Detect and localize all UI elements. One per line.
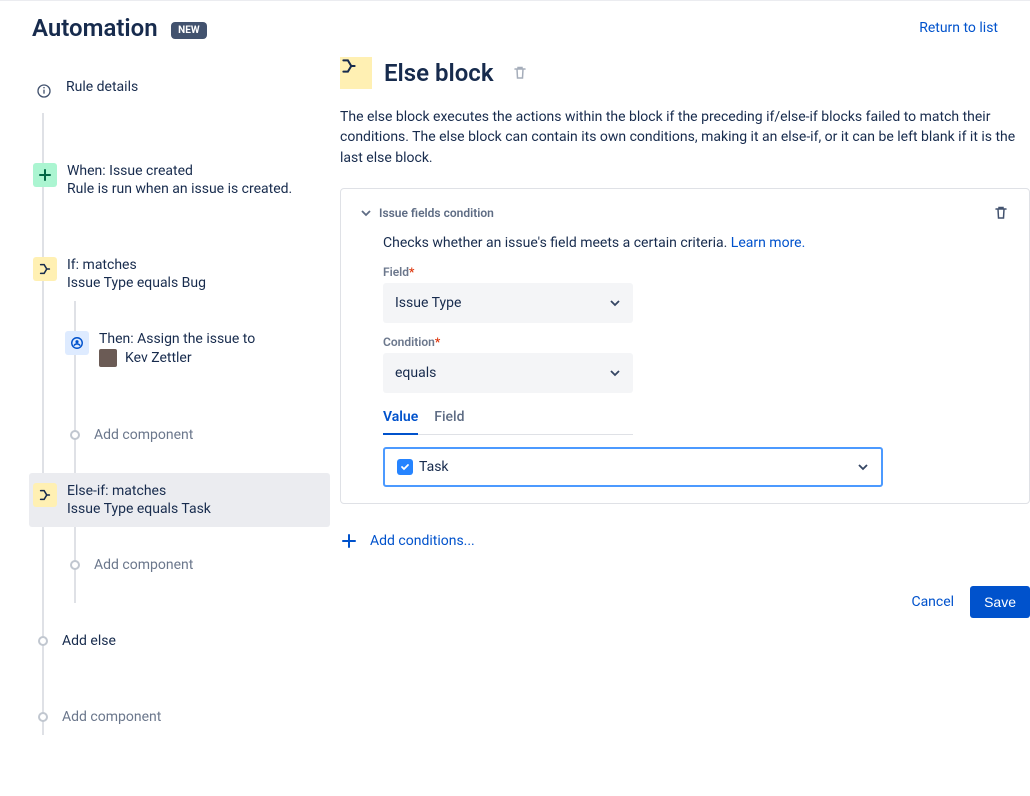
avatar bbox=[99, 349, 117, 367]
empty-dot-icon bbox=[38, 712, 48, 722]
empty-dot-icon bbox=[70, 430, 80, 440]
tab-field[interactable]: Field bbox=[434, 405, 464, 434]
content-description: The else block executes the actions with… bbox=[340, 107, 1030, 168]
field-select[interactable]: Issue Type bbox=[383, 283, 633, 323]
add-conditions-button[interactable]: Add conditions... bbox=[340, 532, 1030, 550]
value-select[interactable]: Task bbox=[383, 447, 883, 487]
trigger-node[interactable]: When: Issue created Rule is run when an … bbox=[29, 153, 330, 207]
card-title: Issue fields condition bbox=[379, 206, 494, 220]
add-component-root[interactable]: Add component bbox=[44, 699, 330, 735]
page-header: Automation NEW Return to list bbox=[0, 1, 1030, 45]
return-link[interactable]: Return to list bbox=[919, 20, 998, 36]
info-icon bbox=[32, 79, 56, 103]
chevron-down-icon bbox=[857, 461, 869, 473]
add-component-elseif[interactable]: Add component bbox=[76, 547, 330, 583]
add-else[interactable]: Add else bbox=[44, 623, 330, 659]
rule-details-label: Rule details bbox=[66, 79, 138, 95]
chevron-down-icon[interactable] bbox=[361, 208, 371, 218]
trigger-subtitle: Rule is run when an issue is created. bbox=[67, 181, 292, 197]
rule-details-node[interactable]: Rule details bbox=[28, 69, 330, 113]
empty-dot-icon bbox=[70, 560, 80, 570]
plus-icon bbox=[33, 163, 57, 187]
rule-tree: Rule details When: Issue created Rule is… bbox=[0, 57, 330, 735]
page-title: Automation bbox=[32, 14, 158, 42]
chevron-down-icon bbox=[609, 297, 621, 309]
task-type-icon bbox=[397, 459, 413, 475]
assign-icon bbox=[65, 331, 89, 355]
chevron-down-icon bbox=[609, 367, 621, 379]
condition-card: Issue fields condition Checks whether an… bbox=[340, 188, 1030, 504]
if-subtitle: Issue Type equals Bug bbox=[67, 275, 206, 291]
new-badge: NEW bbox=[171, 22, 206, 39]
condition-select[interactable]: equals bbox=[383, 353, 633, 393]
condition-label: Condition* bbox=[383, 335, 1009, 349]
add-component-if[interactable]: Add component bbox=[76, 417, 330, 453]
content-panel: Else block The else block executes the a… bbox=[330, 57, 1030, 735]
elseif-node[interactable]: Else-if: matches Issue Type equals Task bbox=[29, 473, 330, 527]
empty-dot-icon bbox=[38, 636, 48, 646]
branch-icon bbox=[33, 483, 57, 507]
cancel-button[interactable]: Cancel bbox=[911, 594, 954, 610]
plus-icon bbox=[340, 532, 358, 550]
tab-value[interactable]: Value bbox=[383, 405, 418, 435]
branch-icon bbox=[33, 257, 57, 281]
if-node[interactable]: If: matches Issue Type equals Bug bbox=[29, 247, 330, 301]
delete-block-button[interactable] bbox=[512, 65, 528, 81]
check-text: Checks whether an issue's field meets a … bbox=[383, 235, 1009, 251]
then-node[interactable]: Then: Assign the issue to Kev Zettler bbox=[61, 321, 330, 377]
learn-more-link[interactable]: Learn more. bbox=[731, 235, 806, 251]
delete-condition-button[interactable] bbox=[993, 205, 1009, 221]
assignee-name: Kev Zettler bbox=[125, 350, 192, 366]
field-label: Field* bbox=[383, 265, 1009, 279]
elseif-title: Else-if: matches bbox=[67, 483, 211, 499]
then-title: Then: Assign the issue to bbox=[99, 331, 255, 347]
content-title: Else block bbox=[384, 59, 494, 87]
trigger-title: When: Issue created bbox=[67, 163, 292, 179]
save-button[interactable]: Save bbox=[970, 586, 1030, 618]
if-title: If: matches bbox=[67, 257, 206, 273]
branch-icon bbox=[340, 57, 372, 89]
elseif-subtitle: Issue Type equals Task bbox=[67, 501, 211, 517]
